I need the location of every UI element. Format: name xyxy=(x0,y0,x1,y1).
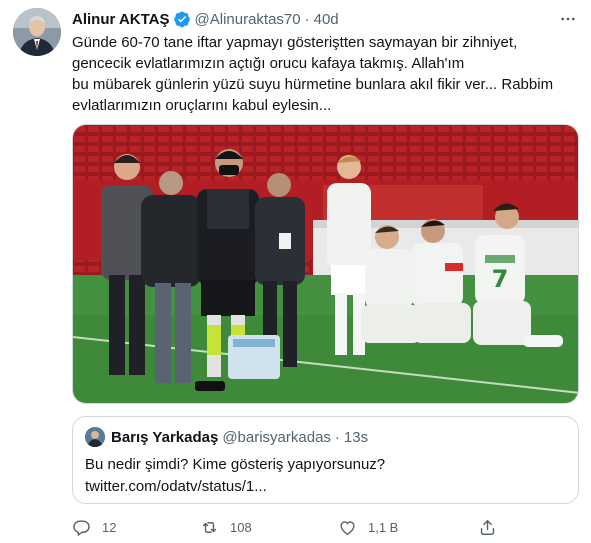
tweet-text: Günde 60-70 tane iftar yapmayı gösterişt… xyxy=(72,32,582,116)
separator-dot: · xyxy=(334,428,340,446)
quoted-tweet[interactable]: Barış Yarkadaş @barisyarkadas · 13s Bu n… xyxy=(72,416,579,504)
share-icon xyxy=(480,519,495,535)
quoted-author-avatar xyxy=(85,427,105,447)
tweet-header: Alinur AKTAŞ @Alinuraktas70 · 40d xyxy=(72,8,579,30)
quoted-author-handle: @barisyarkadas xyxy=(222,428,331,446)
tweet-photo[interactable]: 7 xyxy=(72,124,579,404)
quoted-tweet-header: Barış Yarkadaş @barisyarkadas · 13s xyxy=(85,427,368,447)
tweet-text-line: gencecik evlatlarımızın açtığı orucu kaf… xyxy=(72,55,465,72)
reply-button[interactable]: 12 xyxy=(72,514,116,540)
reply-icon xyxy=(73,519,90,536)
tweet-text-line: Günde 60-70 tane iftar yapmayı gösterişt… xyxy=(72,34,518,51)
tweet-actions: 12 108 1,1 B xyxy=(72,514,502,540)
author-name[interactable]: Alinur AKTAŞ xyxy=(72,11,170,28)
retweet-button[interactable]: 108 xyxy=(200,514,252,540)
like-icon xyxy=(340,520,355,535)
more-icon[interactable] xyxy=(557,8,579,30)
verified-badge-icon xyxy=(173,10,191,28)
like-count: 1,1 B xyxy=(368,519,399,535)
tweet-time[interactable]: 40d xyxy=(314,11,339,28)
author-avatar[interactable] xyxy=(13,8,61,56)
quoted-text-link: twitter.com/odatv/status/1... xyxy=(85,478,267,495)
retweet-count: 108 xyxy=(230,519,252,535)
quoted-tweet-time: 13s xyxy=(343,428,369,446)
quoted-tweet-text: Bu nedir şimdi? Kime gösteriş yapıyorsun… xyxy=(85,454,385,498)
quoted-author-name: Barış Yarkadaş xyxy=(111,428,219,446)
separator-dot: · xyxy=(304,10,310,28)
quoted-text-line: Bu nedir şimdi? Kime gösteriş yapıyorsun… xyxy=(85,456,386,473)
share-button[interactable] xyxy=(478,514,497,540)
reply-count: 12 xyxy=(102,519,117,535)
retweet-icon xyxy=(202,521,217,533)
author-handle[interactable]: @Alinuraktas70 xyxy=(195,11,301,28)
tweet-text-line: evlatlarımızın oruçlarını kabul eylesin.… xyxy=(72,97,332,114)
jersey-number: 7 xyxy=(492,265,509,293)
tweet-text-line: bu mübarek günlerin yüzü suyu hürmetine … xyxy=(72,76,554,93)
like-button[interactable]: 1,1 B xyxy=(338,514,398,540)
